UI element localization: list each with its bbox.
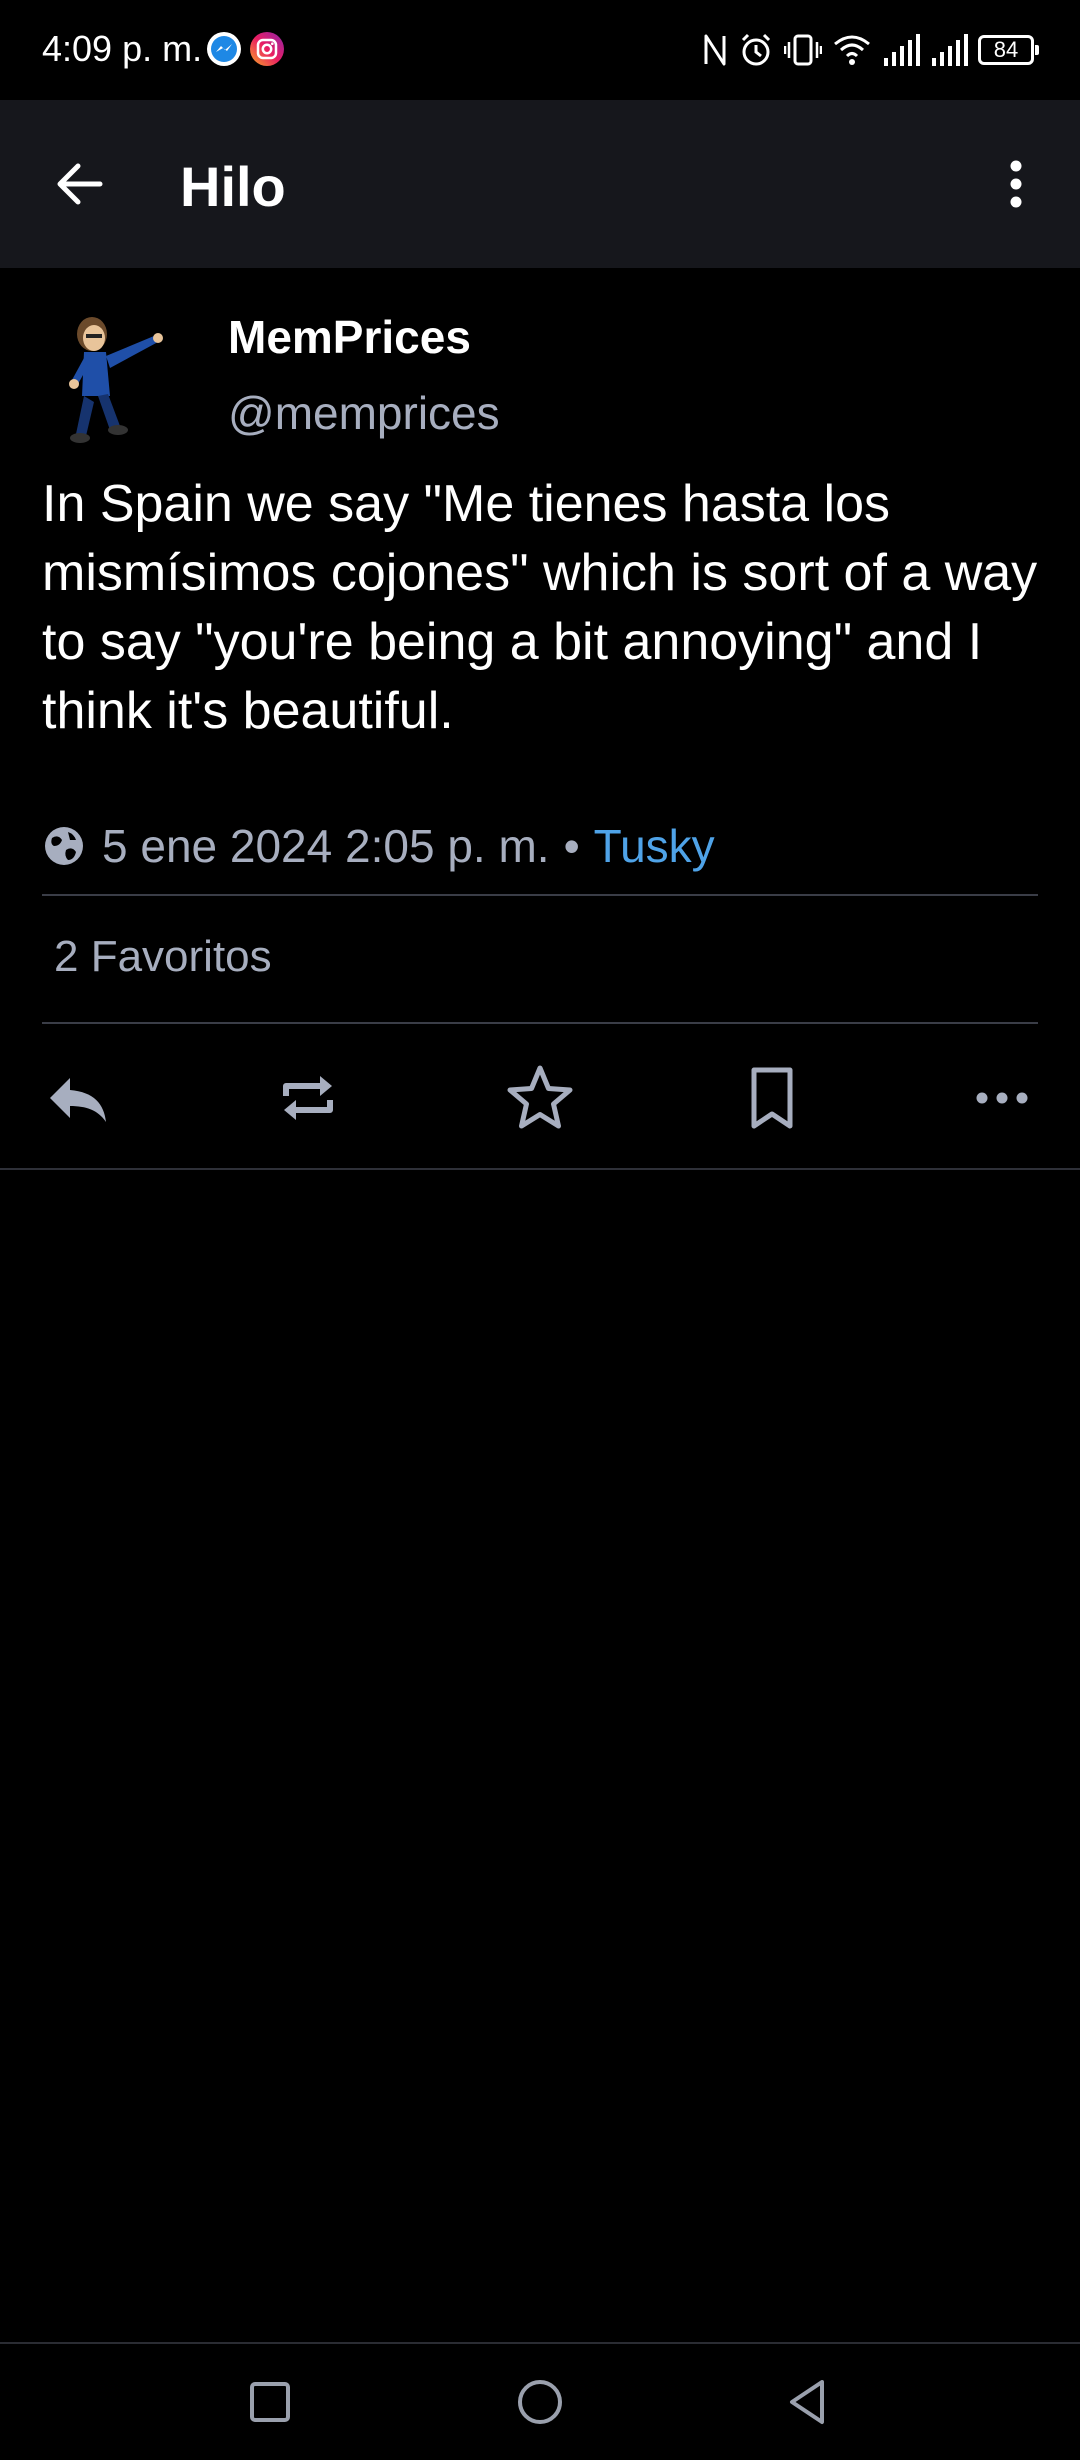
globe-icon <box>45 827 83 865</box>
system-navigation-bar <box>0 2342 1080 2460</box>
signal-icon <box>884 34 920 66</box>
clock: 4:09 p. m. <box>42 28 203 69</box>
back-triangle-icon <box>790 2380 824 2424</box>
status-indicators: 84 <box>702 30 1039 70</box>
battery-level: 84 <box>993 37 1019 62</box>
app-toolbar: Hilo <box>0 100 1080 268</box>
bookmark-icon <box>751 1067 793 1129</box>
home-button[interactable] <box>512 2374 568 2430</box>
wifi-icon <box>834 35 870 65</box>
repeat-icon <box>283 1076 333 1120</box>
username[interactable]: @memprices <box>228 386 500 440</box>
status-meta: 5 ene 2024 2:05 p. m. • Tusky <box>42 816 715 876</box>
battery-icon: 84 <box>978 35 1039 65</box>
divider <box>42 1022 1038 1024</box>
avatar[interactable] <box>64 310 168 450</box>
overflow-menu-button[interactable] <box>986 150 1046 218</box>
recents-square-icon <box>250 2382 290 2422</box>
nfc-icon <box>704 34 726 66</box>
star-icon <box>507 1065 573 1129</box>
system-back-button[interactable] <box>780 2374 836 2430</box>
application-link[interactable]: Tusky <box>594 819 715 873</box>
divider <box>0 1168 1080 1170</box>
reply-button[interactable] <box>40 1060 116 1136</box>
vibrate-icon <box>784 34 822 66</box>
bookmark-button[interactable] <box>734 1060 810 1136</box>
page-title: Hilo <box>180 155 286 218</box>
back-button[interactable] <box>46 150 114 218</box>
alarm-icon <box>741 33 771 66</box>
more-button[interactable] <box>964 1060 1040 1136</box>
boost-button[interactable] <box>270 1060 346 1136</box>
more-horiz-icon <box>976 1092 1028 1104</box>
status-action-bar <box>0 1050 1080 1146</box>
favourites-count[interactable]: 2 Favoritos <box>54 932 272 982</box>
divider <box>42 894 1038 896</box>
home-circle-icon <box>518 2380 562 2424</box>
system-status-bar: 4:09 p. m. 84 <box>0 0 1080 100</box>
signal-icon <box>932 34 968 66</box>
instagram-icon <box>250 32 284 66</box>
arrow-back-icon <box>57 163 103 205</box>
status-content: In Spain we say "Me tienes hasta los mis… <box>42 475 1038 740</box>
messenger-icon <box>207 32 241 66</box>
favourite-button[interactable] <box>502 1060 578 1136</box>
meta-separator: • <box>563 820 580 872</box>
recents-button[interactable] <box>242 2374 298 2430</box>
more-vert-icon <box>1010 160 1022 208</box>
status-timestamp: 5 ene 2024 2:05 p. m. <box>102 820 550 872</box>
display-name[interactable]: MemPrices <box>228 310 471 364</box>
reply-icon <box>50 1078 106 1122</box>
